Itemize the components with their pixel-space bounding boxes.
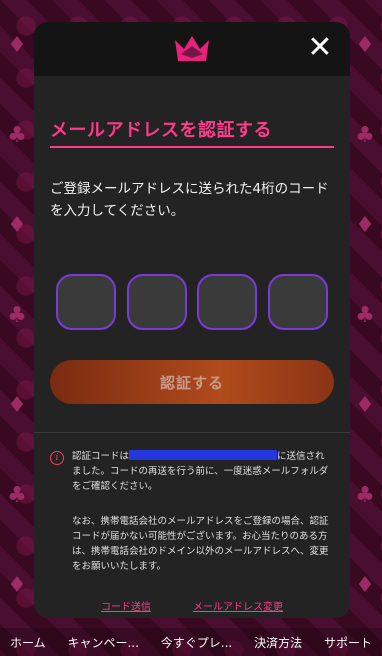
code-digit-input-2[interactable] xyxy=(126,274,187,330)
nav-item-campaign[interactable]: キャンペー... xyxy=(67,634,138,651)
nav-item-play-now[interactable]: 今すぐプレ... xyxy=(161,634,232,651)
info-icon: i xyxy=(50,451,64,465)
carrier-email-note: なお、携帯電話会社のメールアドレスをご登録の場合、認証コードが届かない可能性がご… xyxy=(72,516,329,572)
redacted-email xyxy=(129,450,278,460)
verify-button[interactable]: 認証する xyxy=(50,360,334,404)
email-verification-modal: ✕ メールアドレスを認証する ご登録メールアドレスに送られた4桁のコードを入力し… xyxy=(34,22,350,618)
close-button[interactable]: ✕ xyxy=(306,33,334,63)
code-digit-input-3[interactable] xyxy=(197,274,258,330)
resend-code-link[interactable]: コード送信 xyxy=(101,598,151,613)
background-suits-left: ♦ ♣ ♦ ♣ ♦ ♣ ♦ xyxy=(7,32,27,598)
modal-header: ✕ xyxy=(34,22,350,76)
nav-item-payment[interactable]: 決済方法 xyxy=(254,634,302,651)
bottom-nav: ホーム キャンペー... 今すぐプレ... 決済方法 サポート xyxy=(0,628,382,656)
nav-item-support[interactable]: サポート xyxy=(324,634,372,651)
code-digit-input-1[interactable] xyxy=(56,274,116,330)
sent-notice: 認証コードは に送信されました。コードの再送を行う前に、一度迷惑メールフォルダをご… xyxy=(72,449,334,494)
background-suits-right: ♦ ♣ ♦ ♣ ♦ ♣ ♦ xyxy=(355,32,375,598)
code-input-group xyxy=(50,274,334,330)
sent-notice-prefix: 認証コードは xyxy=(72,451,130,462)
action-links: コード送信 メールアドレス変更 xyxy=(50,598,334,613)
code-digit-input-4[interactable] xyxy=(267,274,328,330)
modal-title: メールアドレスを認証する xyxy=(50,116,334,148)
crown-logo-icon xyxy=(175,36,209,61)
change-email-link[interactable]: メールアドレス変更 xyxy=(193,598,283,613)
info-section: i 認証コードは に送信されました。コードの再送を行う前に、一度迷惑メールフォルダ… xyxy=(34,432,350,613)
instruction-text: ご登録メールアドレスに送られた4桁のコードを入力してください。 xyxy=(50,181,329,219)
nav-item-home[interactable]: ホーム xyxy=(10,634,46,651)
